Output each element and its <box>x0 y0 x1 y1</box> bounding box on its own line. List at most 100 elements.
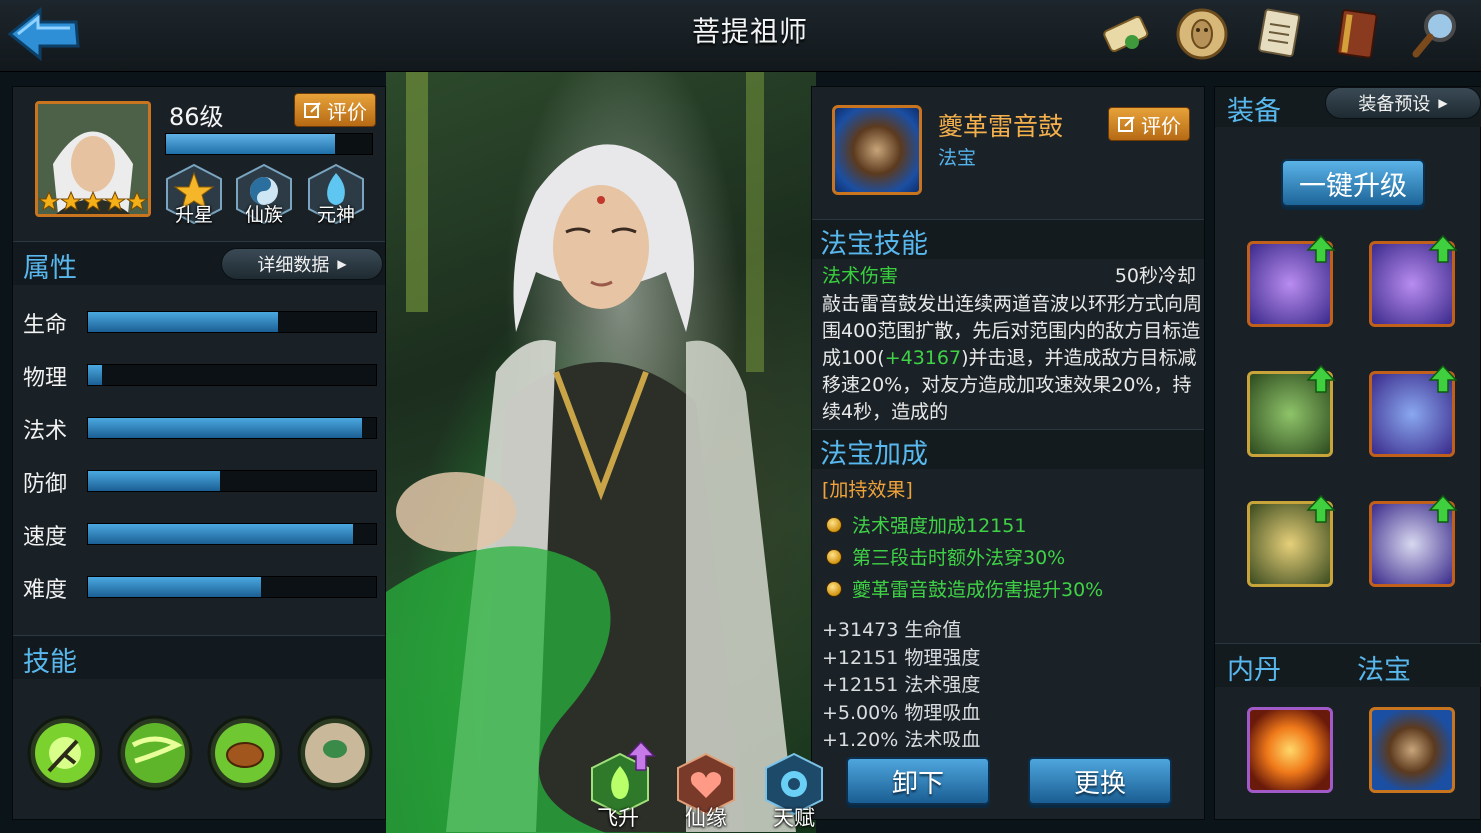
hero-eval-label: 评价 <box>327 99 367 124</box>
equipment-panel: 装备 装备预设 ▶ 一键升级 内丹 法宝 <box>1214 86 1481 820</box>
notes-icon[interactable] <box>1250 4 1310 64</box>
boots-icon[interactable] <box>1247 494 1336 587</box>
stat-line: +12151 物理强度 <box>822 646 981 669</box>
stat-line: +12151 法术强度 <box>822 674 981 696</box>
attr-bar <box>87 311 377 333</box>
treasure-skill-header: 法宝技能 <box>812 219 1204 260</box>
gold-dot-icon <box>826 516 842 533</box>
upgrade-arrow-icon <box>1428 494 1458 523</box>
replace-button[interactable]: 更换 <box>1028 757 1172 805</box>
attr-row-hp: 生命 <box>23 307 379 338</box>
skills-header: 技能 <box>13 635 385 679</box>
attr-bar-fill <box>88 524 353 544</box>
badge-spirit[interactable]: 元神 <box>305 163 367 226</box>
stat-line: +5.00% 物理吸血 <box>822 701 981 724</box>
attr-row-defense: 防御 <box>23 466 379 497</box>
attr-bar-fill <box>88 577 261 597</box>
one-click-upgrade-button[interactable]: 一键升级 <box>1281 159 1425 207</box>
edit-icon <box>304 102 321 118</box>
treasure-eval-label: 评价 <box>1141 113 1181 138</box>
stat-line: +1.20% 法术吸血 <box>822 729 981 747</box>
magnifier-icon[interactable] <box>1406 4 1466 64</box>
hero-eval-button[interactable]: 评价 <box>294 93 376 127</box>
treasure-slot-title: 法宝 <box>1357 655 1411 686</box>
fire-orb-icon[interactable] <box>1247 707 1333 793</box>
unequip-button[interactable]: 卸下 <box>846 757 990 805</box>
attr-label: 法术 <box>23 419 68 444</box>
equipment-title: 装备 <box>1227 96 1281 127</box>
page-title: 菩提祖师 <box>691 15 808 48</box>
exp-bar <box>165 133 373 155</box>
badge-spirit-label: 元神 <box>316 204 355 226</box>
attributes-header: 属性 详细数据 ▶ <box>13 241 385 285</box>
attr-row-magic: 法术 <box>23 413 379 444</box>
gold-dot-icon <box>826 580 842 597</box>
scroll-icon[interactable] <box>1098 4 1158 64</box>
robe-icon[interactable] <box>1369 364 1458 457</box>
badge-upgrade-star-label: 升星 <box>174 204 213 226</box>
attr-bar-fill <box>88 471 221 491</box>
bonus-tag: [加持效果] <box>822 479 913 501</box>
treasure-stat-list: +31473 生命值 +12151 物理强度 +12151 法术强度 +5.00… <box>822 617 1202 747</box>
whirlwind-skill-icon[interactable] <box>117 715 193 791</box>
attr-bar-fill <box>88 365 103 385</box>
branch-skill-icon[interactable] <box>27 715 103 791</box>
treasure-eval-button[interactable]: 评价 <box>1108 107 1190 141</box>
nav-ascend-label: 飞升 <box>597 806 639 830</box>
bonus-item: 第三段击时额外法穿30% <box>826 543 1065 570</box>
attr-bar-fill <box>88 312 279 332</box>
attr-label: 物理 <box>23 366 68 391</box>
skill-description: 敲击雷音鼓发出连续两道音波以环形方式向周围400范围扩散，先后对范围内的敌方目标… <box>822 291 1202 431</box>
equipment-preset-button[interactable]: 装备预设 ▶ <box>1325 87 1481 119</box>
gourd-skill-icon[interactable] <box>297 715 373 791</box>
edit-icon <box>1118 116 1135 132</box>
treasure-type: 法宝 <box>938 147 977 169</box>
talisman-icon[interactable] <box>1369 494 1458 587</box>
coin-mask-icon[interactable] <box>1172 4 1232 64</box>
gold-dot-icon <box>826 548 842 565</box>
helmet-icon[interactable] <box>1247 364 1336 457</box>
treasure-skill-title: 法宝技能 <box>820 229 928 260</box>
drum-skill-icon[interactable] <box>207 715 283 791</box>
attr-row-speed: 速度 <box>23 519 379 550</box>
nav-fate-label: 仙缘 <box>685 806 727 830</box>
weapon-staff-icon[interactable] <box>1247 234 1336 327</box>
inner-core-title: 内丹 <box>1227 655 1281 686</box>
skill-damage-type: 法术伤害 <box>822 265 899 287</box>
bonus-item: 法术强度加成12151 <box>826 511 1026 538</box>
attr-label: 生命 <box>23 313 68 338</box>
star-rating-icon <box>38 190 148 212</box>
thunder-drum-icon[interactable] <box>1369 707 1455 793</box>
treasure-name: 夔革雷音鼓 <box>938 112 1064 141</box>
treasure-bonus-title: 法宝加成 <box>820 439 928 470</box>
badge-upgrade-star[interactable]: 升星 <box>163 163 225 226</box>
detail-data-label: 详细数据 <box>257 255 330 276</box>
hero-level: 86级 <box>169 103 224 131</box>
hero-portrait[interactable] <box>35 101 151 217</box>
exp-bar-fill <box>166 134 335 154</box>
detail-data-button[interactable]: 详细数据 ▶ <box>221 248 383 280</box>
badge-immortal-clan[interactable]: 仙族 <box>233 163 295 226</box>
skill-cooldown: 50秒冷却 <box>1114 265 1196 287</box>
treasure-detail-panel: 夔革雷音鼓 法宝 评价 法宝技能 法术伤害 50秒冷却 敲击雷音鼓发出连续两道音… <box>811 86 1205 820</box>
attr-bar <box>87 417 377 439</box>
back-arrow-icon[interactable] <box>6 4 82 62</box>
upgrade-arrow-icon <box>1428 364 1458 393</box>
attributes-title: 属性 <box>23 253 77 284</box>
chevron-right-icon: ▶ <box>337 257 347 271</box>
attr-bar <box>87 470 377 492</box>
attr-bar <box>87 576 377 598</box>
thunder-drum-icon[interactable] <box>832 105 922 195</box>
attr-label: 难度 <box>23 578 68 603</box>
treasure-bonus-header: 法宝加成 <box>812 429 1204 470</box>
upgrade-arrow-icon <box>626 740 656 771</box>
bonus-text: 夔革雷音鼓造成伤害提升30% <box>852 579 1104 601</box>
attr-bar <box>87 364 377 386</box>
attr-label: 速度 <box>23 525 68 550</box>
weapon-staff-icon[interactable] <box>1369 234 1458 327</box>
attr-label: 防御 <box>23 472 68 497</box>
hero-info-panel: 86级 评价 升星 仙族 元神 属性 详细数据 ▶ 生命 物理 法术 防御 速度… <box>12 86 386 820</box>
badge-immortal-clan-label: 仙族 <box>244 204 283 226</box>
book-icon[interactable] <box>1328 4 1388 64</box>
attr-bar-fill <box>88 418 362 438</box>
